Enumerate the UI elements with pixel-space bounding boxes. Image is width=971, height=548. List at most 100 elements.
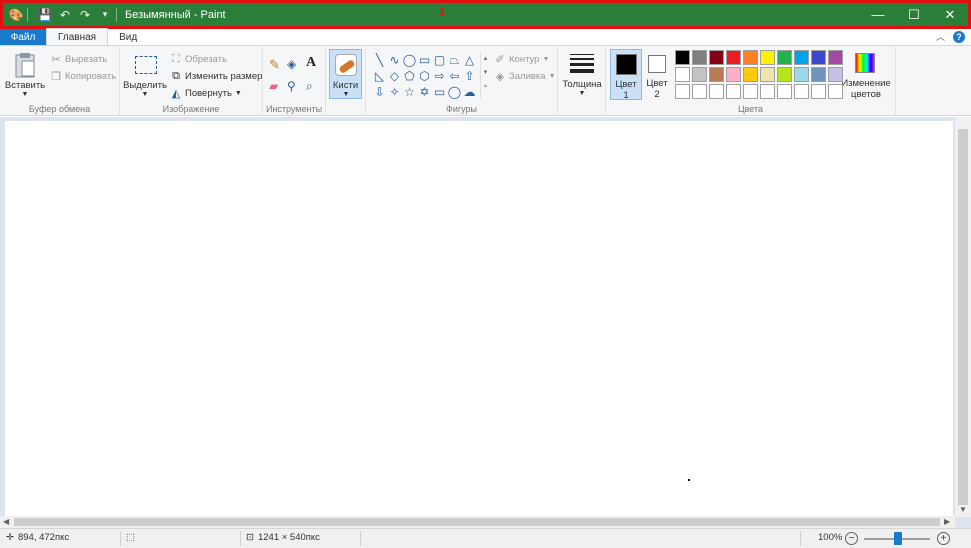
palette-swatch[interactable] [760, 50, 775, 65]
tab-view[interactable]: Вид [108, 29, 148, 45]
six-point-star-shape-icon[interactable]: ✡ [417, 84, 432, 100]
palette-swatch[interactable] [828, 67, 843, 82]
palette-swatch[interactable] [794, 67, 809, 82]
palette-swatch[interactable] [675, 50, 690, 65]
color-picker-icon[interactable]: ⚲ [287, 79, 296, 93]
horizontal-scroll-thumb[interactable] [14, 518, 940, 526]
rectangle-shape-icon[interactable]: ▭ [417, 52, 432, 68]
left-arrow-shape-icon[interactable]: ⇦ [447, 68, 462, 84]
zoom-out-button[interactable]: − [845, 532, 858, 545]
triangle-shape-icon[interactable]: △ [462, 52, 477, 68]
cut-button[interactable]: ✂ Вырезать [50, 53, 107, 66]
help-icon[interactable]: ? [953, 30, 965, 43]
resize-icon: ⧉ [172, 70, 180, 82]
five-point-star-shape-icon[interactable]: ☆ [402, 84, 417, 100]
eraser-icon[interactable]: ▰ [269, 79, 278, 93]
palette-swatch[interactable] [726, 50, 741, 65]
palette-swatch[interactable] [709, 50, 724, 65]
right-triangle-shape-icon[interactable]: ◺ [372, 68, 387, 84]
copy-button[interactable]: ❐ Копировать [50, 70, 116, 83]
pentagon-shape-icon[interactable]: ⬠ [402, 68, 417, 84]
palette-swatch[interactable] [709, 67, 724, 82]
rect-callout-shape-icon[interactable]: ▭ [432, 84, 447, 100]
save-icon[interactable]: 💾 [38, 8, 53, 22]
brushes-group: Кисти ▼ [326, 46, 366, 116]
crop-button[interactable]: ⛶ Обрезать [170, 53, 227, 66]
empty-shape-cell [477, 84, 492, 100]
palette-swatch[interactable] [794, 84, 809, 99]
line-shape-icon[interactable]: ╲ [372, 52, 387, 68]
paste-button[interactable]: Вставить ▼ [5, 50, 45, 100]
palette-swatch[interactable] [692, 50, 707, 65]
palette-swatch[interactable] [743, 67, 758, 82]
cloud-callout-shape-icon[interactable]: ☁ [462, 84, 477, 100]
minimize-button[interactable]: — [860, 3, 896, 26]
fill-bucket-icon[interactable]: ◈ [287, 57, 296, 71]
palette-swatch[interactable] [760, 84, 775, 99]
color1-button[interactable]: Цвет 1 [610, 49, 642, 101]
palette-swatch[interactable] [811, 67, 826, 82]
polygon-shape-icon[interactable]: ⏢ [447, 52, 462, 68]
canvas-size: ⊡ 1241 × 540пкс [246, 532, 320, 543]
oval-callout-shape-icon[interactable]: ◯ [447, 84, 462, 100]
palette-swatch[interactable] [811, 84, 826, 99]
select-button[interactable]: Выделить ▼ [123, 50, 167, 100]
down-arrow-shape-icon[interactable]: ⇩ [372, 84, 387, 100]
brushes-button[interactable]: Кисти ▼ [329, 49, 362, 99]
pencil-icon[interactable]: ✎ [269, 57, 280, 73]
hexagon-shape-icon[interactable]: ⬡ [417, 68, 432, 84]
zoom-slider-thumb[interactable] [894, 532, 902, 545]
palette-swatch[interactable] [726, 67, 741, 82]
clipboard-group: Вставить ▼ ✂ Вырезать ❐ Копировать Буфер… [0, 46, 120, 116]
palette-swatch[interactable] [777, 84, 792, 99]
curve-shape-icon[interactable]: ∿ [387, 52, 402, 68]
resize-button[interactable]: ⧉ Изменить размер [170, 70, 262, 83]
tab-home[interactable]: Главная [46, 28, 109, 45]
drawing-canvas[interactable] [5, 121, 953, 516]
scroll-right-icon[interactable]: ▶ [944, 517, 950, 526]
palette-swatch[interactable] [794, 50, 809, 65]
palette-swatch[interactable] [692, 84, 707, 99]
palette-swatch[interactable] [828, 50, 843, 65]
close-button[interactable]: ✕ [932, 3, 968, 26]
oval-shape-icon[interactable]: ◯ [402, 52, 417, 68]
rotate-button[interactable]: ◭ Повернуть ▼ [170, 87, 242, 100]
vertical-scroll-thumb[interactable] [958, 129, 968, 505]
palette-swatch[interactable] [709, 84, 724, 99]
edit-colors-button[interactable]: Изменение цветов [840, 50, 892, 100]
undo-icon[interactable]: ↶ [58, 8, 72, 22]
color2-button[interactable]: Цвет 2 [644, 49, 672, 100]
four-point-star-shape-icon[interactable]: ✧ [387, 84, 402, 100]
size-button[interactable]: Толщина ▼ [562, 52, 602, 100]
palette-swatch[interactable] [692, 67, 707, 82]
right-arrow-shape-icon[interactable]: ⇨ [432, 68, 447, 84]
outline-button[interactable]: ✐ Контур ▼ [494, 53, 549, 66]
fill-button[interactable]: ◈ Заливка ▼ [494, 70, 556, 83]
tab-file[interactable]: Файл [0, 29, 46, 45]
magnifier-icon[interactable]: ⌕ [306, 79, 313, 94]
palette-swatch[interactable] [675, 67, 690, 82]
rounded-rectangle-shape-icon[interactable]: ▢ [432, 52, 447, 68]
collapse-ribbon-icon[interactable]: ︿ [936, 30, 945, 43]
palette-swatch[interactable] [743, 50, 758, 65]
up-arrow-shape-icon[interactable]: ⇧ [462, 68, 477, 84]
palette-swatch[interactable] [743, 84, 758, 99]
quick-access-dropdown-icon[interactable]: ▾ [98, 8, 112, 22]
vertical-scrollbar[interactable]: ▼ [955, 117, 971, 517]
paint-app-icon[interactable]: 🎨 [9, 8, 24, 22]
diamond-shape-icon[interactable]: ◇ [387, 68, 402, 84]
palette-swatch[interactable] [811, 50, 826, 65]
redo-icon[interactable]: ↷ [78, 8, 92, 22]
maximize-button[interactable]: ☐ [896, 3, 932, 26]
palette-swatch[interactable] [675, 84, 690, 99]
text-icon[interactable]: A [306, 55, 316, 71]
scroll-left-icon[interactable]: ◀ [3, 517, 9, 526]
scroll-down-icon[interactable]: ▼ [959, 505, 967, 514]
palette-swatch[interactable] [777, 50, 792, 65]
palette-swatch[interactable] [726, 84, 741, 99]
palette-swatch[interactable] [760, 67, 775, 82]
horizontal-scrollbar[interactable]: ◀ ▶ [0, 516, 955, 528]
palette-swatch[interactable] [828, 84, 843, 99]
palette-swatch[interactable] [777, 67, 792, 82]
zoom-in-button[interactable]: + [937, 532, 950, 545]
